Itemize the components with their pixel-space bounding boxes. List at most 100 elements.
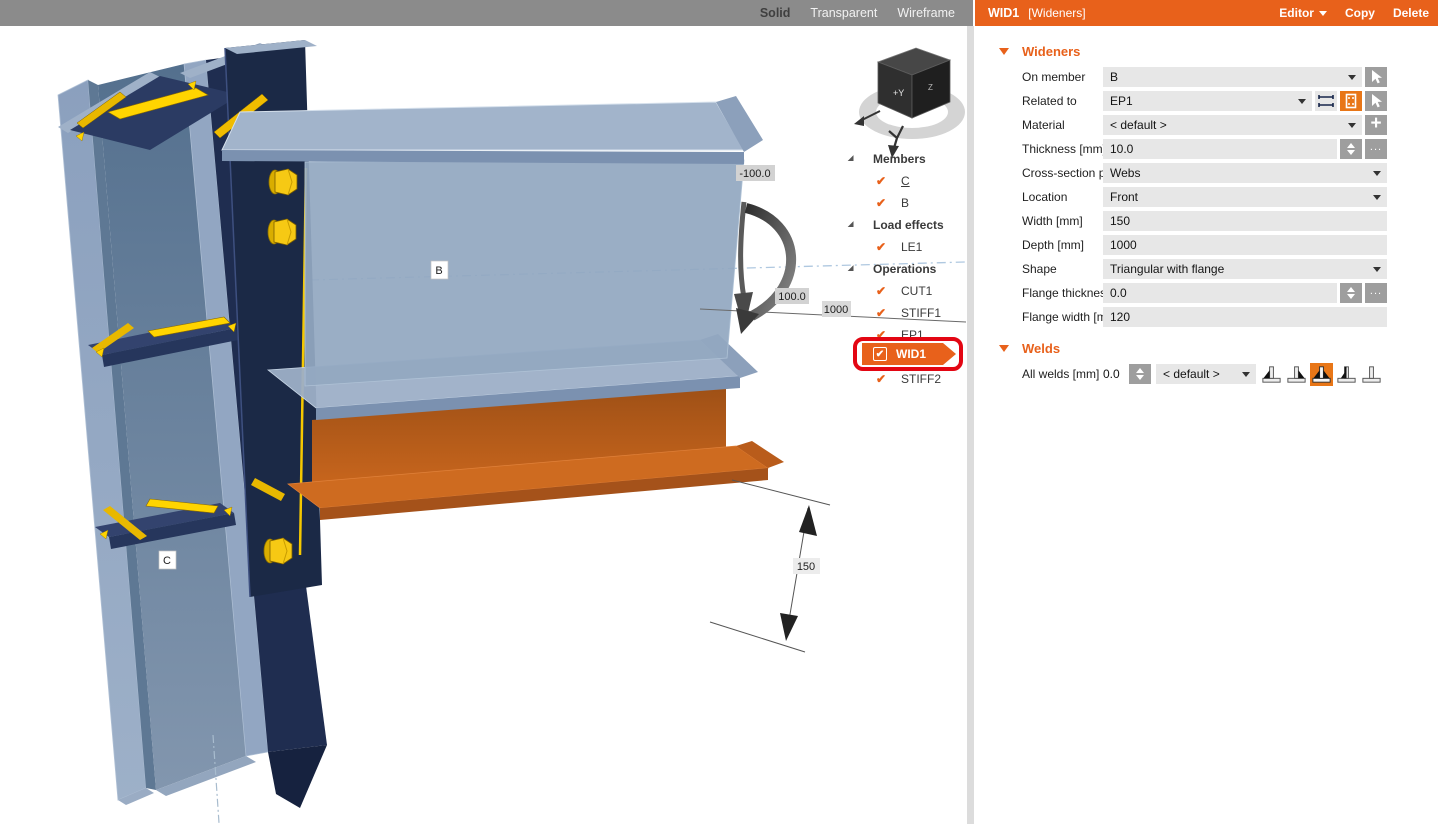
bevel-weld-icon[interactable]: [1335, 363, 1358, 386]
checkbox-checked-icon[interactable]: ✔: [876, 372, 892, 386]
banner-arrow-tip: [943, 343, 956, 365]
3d-viewport[interactable]: -100.0 100.0 1000 150 B C: [0, 26, 967, 824]
dim-input-100[interactable]: 100.0: [775, 288, 809, 304]
thickness-more-button[interactable]: ...: [1365, 139, 1387, 159]
row-location: Location Front: [975, 187, 1438, 207]
checkbox-checked-icon[interactable]: ✔: [876, 174, 892, 188]
item-label: STIFF1: [901, 306, 941, 320]
checkbox-checked-icon[interactable]: ✔: [873, 347, 887, 361]
group-label: Members: [873, 152, 926, 166]
view-cube[interactable]: +Y Z: [854, 48, 965, 158]
tree-item-c[interactable]: ✔ C: [845, 170, 910, 192]
flange-width-input[interactable]: 120: [1103, 307, 1387, 327]
thickness-input[interactable]: 10.0: [1103, 139, 1337, 159]
tree-item-cut1[interactable]: ✔ CUT1: [845, 280, 932, 302]
flange-thickness-spinner[interactable]: [1340, 283, 1362, 303]
copy-button[interactable]: Copy: [1345, 6, 1375, 20]
dim-input-minus100[interactable]: -100.0: [736, 165, 775, 181]
dim-minus100-label: -100.0: [739, 168, 770, 180]
item-label: EP1: [901, 328, 924, 342]
section-wideners[interactable]: Wideners: [975, 42, 1438, 60]
checkbox-checked-icon[interactable]: ✔: [876, 240, 892, 254]
dropdown-value: Webs: [1110, 166, 1140, 180]
bolt-1: [269, 169, 297, 195]
ellipsis-icon: ...: [1370, 285, 1382, 297]
spin-down-icon[interactable]: [1136, 375, 1144, 380]
tree-item-stiff1[interactable]: ✔ STIFF1: [845, 302, 941, 324]
fillet-weld-left-icon[interactable]: [1260, 363, 1283, 386]
input-value: 1000: [1110, 238, 1137, 252]
chevron-down-icon: [1373, 267, 1381, 272]
expander-icon[interactable]: ◢: [848, 264, 858, 272]
row-flange-thickness: Flange thickness [mm] 0.0 ...: [975, 283, 1438, 303]
field-label: Material: [975, 118, 1103, 132]
item-label: LE1: [901, 240, 922, 254]
material-dropdown[interactable]: < default >: [1103, 115, 1362, 135]
dropdown-value: EP1: [1110, 94, 1133, 108]
pick-related-button[interactable]: [1365, 91, 1387, 111]
tree-group-load-effects[interactable]: ◢ Load effects: [845, 214, 944, 236]
dim-label-150[interactable]: 150: [793, 558, 820, 574]
field-label: Depth [mm]: [975, 238, 1103, 252]
checkbox-checked-icon[interactable]: ✔: [876, 328, 892, 342]
connection-3d-scene[interactable]: -100.0 100.0 1000 150 B C: [0, 26, 967, 824]
tree-group-members[interactable]: ◢ Members: [845, 148, 926, 170]
thickness-spinner[interactable]: [1340, 139, 1362, 159]
beam-section-icon: [1317, 93, 1335, 109]
bolt-3: [264, 538, 292, 564]
expander-icon[interactable]: ◢: [848, 220, 858, 228]
cursor-arrow-icon: [1369, 93, 1383, 109]
depth-input[interactable]: 1000: [1103, 235, 1387, 255]
tree-item-le1[interactable]: ✔ LE1: [845, 236, 922, 258]
field-label: On member: [975, 70, 1103, 84]
render-mode-solid[interactable]: Solid: [760, 6, 791, 20]
add-material-button[interactable]: +: [1365, 115, 1387, 135]
all-welds-value[interactable]: 0.0: [1103, 367, 1129, 381]
viewport-scrollbar[interactable]: [967, 26, 975, 824]
render-mode-transparent[interactable]: Transparent: [810, 6, 877, 20]
expander-icon[interactable]: ◢: [848, 154, 858, 162]
member-c-text: C: [163, 555, 171, 567]
checkbox-checked-icon[interactable]: ✔: [876, 306, 892, 320]
editor-button[interactable]: Editor: [1279, 6, 1327, 20]
relate-to-member-button[interactable]: [1315, 91, 1337, 111]
field-label: Flange width [mm]: [975, 310, 1103, 324]
cross-section-parts-dropdown[interactable]: Webs: [1103, 163, 1387, 183]
shape-dropdown[interactable]: Triangular with flange: [1103, 259, 1387, 279]
spin-up-icon[interactable]: [1136, 368, 1144, 373]
delete-button[interactable]: Delete: [1393, 6, 1429, 20]
flange-thickness-input[interactable]: 0.0: [1103, 283, 1337, 303]
member-label-b[interactable]: B: [431, 261, 448, 279]
location-dropdown[interactable]: Front: [1103, 187, 1387, 207]
all-welds-spinner[interactable]: [1129, 364, 1151, 384]
section-welds[interactable]: Welds: [975, 339, 1438, 357]
tree-item-stiff2[interactable]: ✔ STIFF2: [845, 368, 941, 390]
item-label: C: [901, 174, 910, 188]
on-member-dropdown[interactable]: B: [1103, 67, 1362, 87]
fillet-weld-right-icon[interactable]: [1285, 363, 1308, 386]
tree-item-wid1-selected[interactable]: ✔ WID1: [862, 343, 943, 365]
fillet-weld-both-sides-icon-selected[interactable]: [1310, 363, 1333, 386]
butt-weld-icon[interactable]: [1360, 363, 1383, 386]
tree-item-b[interactable]: ✔ B: [845, 192, 909, 214]
spin-down-icon[interactable]: [1347, 294, 1355, 299]
view-cube-front-label: +Y: [893, 88, 904, 98]
item-label: B: [901, 196, 909, 210]
render-mode-wireframe[interactable]: Wireframe: [897, 6, 955, 20]
pick-member-button[interactable]: [1365, 67, 1387, 87]
checkbox-checked-icon[interactable]: ✔: [876, 196, 892, 210]
tree-group-operations[interactable]: ◢ Operations: [845, 258, 936, 280]
checkbox-checked-icon[interactable]: ✔: [876, 284, 892, 298]
view-cube-x-arrowhead: [854, 116, 864, 126]
ellipsis-icon: ...: [1370, 141, 1382, 153]
input-value: 120: [1110, 310, 1130, 324]
width-input[interactable]: 150: [1103, 211, 1387, 231]
spin-up-icon[interactable]: [1347, 143, 1355, 148]
flange-thickness-more-button[interactable]: ...: [1365, 283, 1387, 303]
related-to-dropdown[interactable]: EP1: [1103, 91, 1312, 111]
weld-material-dropdown[interactable]: < default >: [1156, 364, 1256, 384]
member-label-c[interactable]: C: [159, 551, 176, 569]
relate-to-plate-button-selected[interactable]: [1340, 91, 1362, 111]
spin-down-icon[interactable]: [1347, 150, 1355, 155]
spin-up-icon[interactable]: [1347, 287, 1355, 292]
